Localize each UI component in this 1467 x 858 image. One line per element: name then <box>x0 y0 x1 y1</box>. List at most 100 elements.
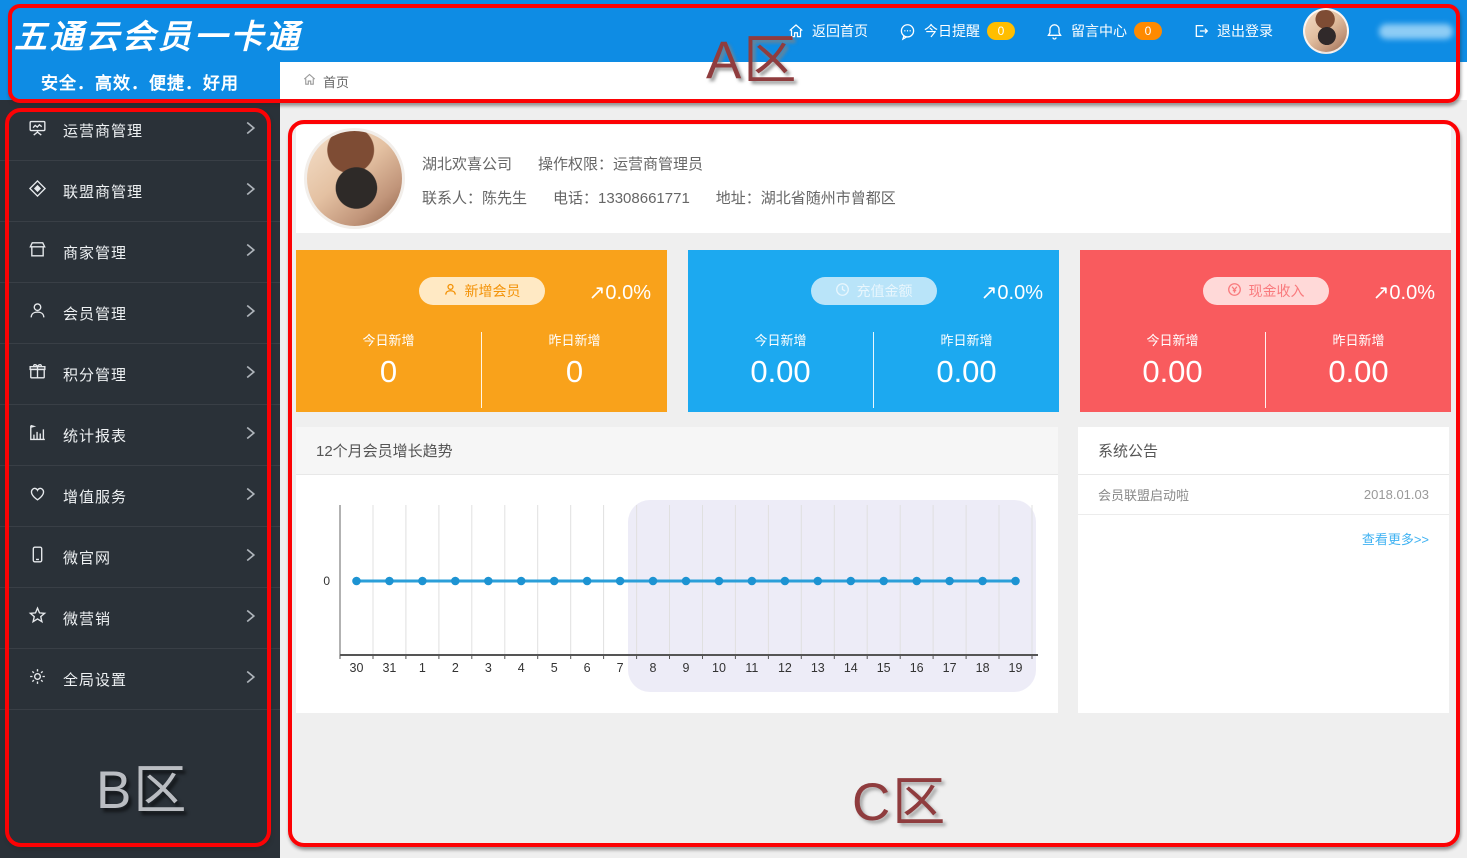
member-icon <box>443 282 458 300</box>
sidebar-item-micro-website[interactable]: 微官网 <box>0 527 280 588</box>
chevron-right-icon <box>245 486 256 507</box>
phone-icon <box>27 544 48 570</box>
logout-icon <box>1192 22 1210 40</box>
svg-text:0: 0 <box>323 574 330 588</box>
sidebar-item-alliance-mgmt[interactable]: 联盟商管理 <box>0 161 280 222</box>
trend-value: ↗0.0% <box>981 280 1043 305</box>
svg-text:19: 19 <box>1009 661 1023 675</box>
diamond-icon <box>27 178 48 204</box>
svg-text:12: 12 <box>778 661 792 675</box>
chat-icon <box>898 22 917 41</box>
sidebar-item-merchant-mgmt[interactable]: 商家管理 <box>0 222 280 283</box>
trend-value: ↗0.0% <box>1373 280 1435 305</box>
app-screen: 五通云会员一卡通 返回首页 今日提醒 0 <box>0 0 1467 858</box>
stat-cards: 新增会员 ↗0.0% 今日新增 0 昨日新增 0 <box>296 250 1451 412</box>
address-text: 地址：湖北省随州市曾都区 <box>716 187 896 208</box>
recharge-icon <box>835 282 850 300</box>
sidebar-item-label: 会员管理 <box>63 303 245 324</box>
sidebar-item-global-settings[interactable]: 全局设置 <box>0 649 280 710</box>
yesterday-label: 昨日新增 <box>1266 330 1451 349</box>
nav-logout[interactable]: 退出登录 <box>1192 21 1273 41</box>
bar-chart-icon <box>27 422 48 448</box>
store-icon <box>27 239 48 265</box>
sidebar-item-label: 联盟商管理 <box>63 181 245 202</box>
monitor-icon <box>27 117 48 143</box>
topnav: 返回首页 今日提醒 0 留言中心 <box>787 0 1453 62</box>
svg-text:1: 1 <box>419 661 426 675</box>
svg-text:10: 10 <box>712 661 726 675</box>
today-value: 0 <box>296 354 481 390</box>
breadcrumb-home-link[interactable]: 首页 <box>323 72 349 91</box>
profile-avatar <box>304 128 405 229</box>
svg-text:30: 30 <box>350 661 364 675</box>
stat-card-recharge-amount: 充值金额 ↗0.0% 今日新增 0.00 昨日新增 0.00 <box>688 250 1059 412</box>
nav-label: 返回首页 <box>812 21 868 41</box>
stat-pill: 新增会员 <box>419 277 545 305</box>
chevron-right-icon <box>245 547 256 568</box>
cash-icon <box>1227 282 1242 300</box>
company-name: 湖北欢喜公司 <box>422 153 512 174</box>
svg-text:2: 2 <box>452 661 459 675</box>
nav-message-center[interactable]: 留言中心 0 <box>1045 21 1162 41</box>
chevron-right-icon <box>245 669 256 690</box>
svg-text:9: 9 <box>683 661 690 675</box>
chart-body: 0303112345678910111213141516171819 <box>296 475 1058 713</box>
chevron-right-icon <box>245 120 256 141</box>
svg-text:16: 16 <box>910 661 924 675</box>
tagline-banner: 安全．高效．便捷．好用 <box>0 62 280 100</box>
trend-value: ↗0.0% <box>589 280 651 305</box>
sidebar-item-label: 积分管理 <box>63 364 245 385</box>
yesterday-value: 0 <box>482 354 667 390</box>
main-content: 湖北欢喜公司 操作权限：运营商管理员 联系人：陈先生 电话：1330866177… <box>280 100 1467 858</box>
sidebar-item-micro-marketing[interactable]: 微营销 <box>0 588 280 649</box>
view-more-link[interactable]: 查看更多>> <box>1362 532 1429 547</box>
stat-title: 新增会员 <box>465 281 521 301</box>
contact-text: 联系人：陈先生 <box>422 187 527 208</box>
sidebar-item-label: 微营销 <box>63 608 245 629</box>
star-icon <box>27 605 48 631</box>
gear-icon <box>27 666 48 692</box>
sidebar-item-member-mgmt[interactable]: 会员管理 <box>0 283 280 344</box>
sidebar-item-statistics-reports[interactable]: 统计报表 <box>0 405 280 466</box>
svg-text:6: 6 <box>584 661 591 675</box>
svg-text:17: 17 <box>943 661 957 675</box>
growth-chart-panel: 12个月会员增长趋势 03031123456789101112131415161… <box>296 427 1058 713</box>
operator-profile-card: 湖北欢喜公司 操作权限：运营商管理员 联系人：陈先生 电话：1330866177… <box>296 125 1451 233</box>
nav-today-reminder[interactable]: 今日提醒 0 <box>898 21 1015 41</box>
message-badge: 0 <box>1134 22 1162 40</box>
nav-label: 退出登录 <box>1217 21 1273 41</box>
chevron-right-icon <box>245 364 256 385</box>
sidebar-item-label: 统计报表 <box>63 425 245 446</box>
yesterday-value: 0.00 <box>874 354 1059 390</box>
svg-text:7: 7 <box>617 661 624 675</box>
stat-title: 现金收入 <box>1249 281 1305 301</box>
svg-text:11: 11 <box>745 661 758 675</box>
chevron-right-icon <box>245 303 256 324</box>
svg-text:13: 13 <box>811 661 825 675</box>
announcement-item[interactable]: 会员联盟启动啦 2018.01.03 <box>1078 475 1449 515</box>
home-icon <box>302 72 317 90</box>
svg-text:8: 8 <box>650 661 657 675</box>
system-announcements-panel: 系统公告 会员联盟启动啦 2018.01.03 查看更多>> <box>1078 427 1449 713</box>
nav-return-home[interactable]: 返回首页 <box>787 21 868 41</box>
today-value: 0.00 <box>688 354 873 390</box>
gift-icon <box>27 361 48 387</box>
member-growth-line-chart: 0303112345678910111213141516171819 <box>296 475 1058 713</box>
sidebar-item-label: 微官网 <box>63 547 245 568</box>
today-label: 今日新增 <box>1080 330 1265 349</box>
today-label: 今日新增 <box>688 330 873 349</box>
sidebar-item-value-added-services[interactable]: 增值服务 <box>0 466 280 527</box>
user-avatar[interactable] <box>1303 8 1349 54</box>
sidebar-item-label: 增值服务 <box>63 486 245 507</box>
app-logo: 五通云会员一卡通 <box>14 10 302 58</box>
permission-text: 操作权限：运营商管理员 <box>538 153 703 174</box>
username-redacted <box>1379 24 1453 39</box>
svg-text:18: 18 <box>976 661 990 675</box>
topbar: 五通云会员一卡通 返回首页 今日提醒 0 <box>0 0 1467 62</box>
sidebar-item-operator-mgmt[interactable]: 运营商管理 <box>0 100 280 161</box>
yesterday-value: 0.00 <box>1266 354 1451 390</box>
sidebar-item-points-mgmt[interactable]: 积分管理 <box>0 344 280 405</box>
chevron-right-icon <box>245 425 256 446</box>
sidebar-item-label: 商家管理 <box>63 242 245 263</box>
svg-text:4: 4 <box>518 661 525 675</box>
